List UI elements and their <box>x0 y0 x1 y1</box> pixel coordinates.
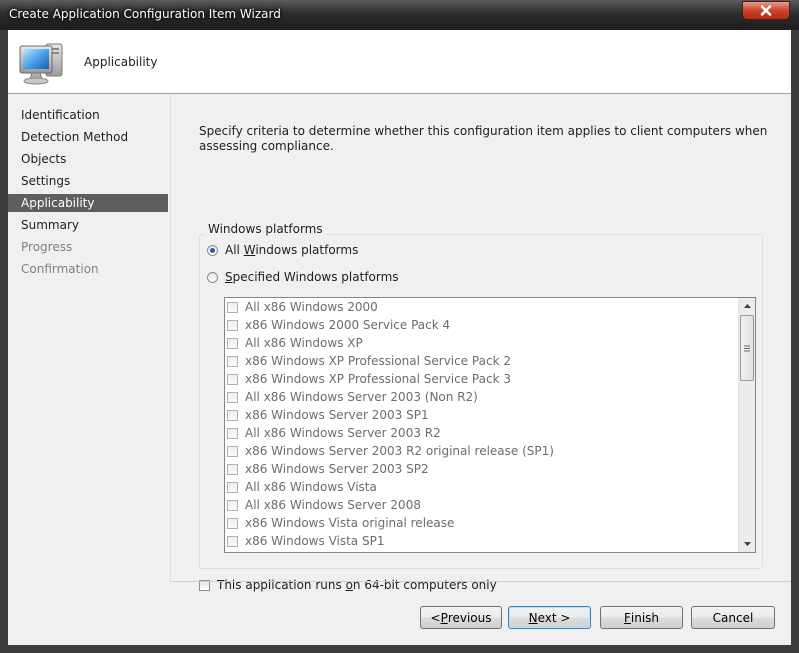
window-title: Create Application Configuration Item Wi… <box>9 7 281 21</box>
nav-item-objects[interactable]: Objects <box>8 150 168 168</box>
platforms-list-scrollbar[interactable] <box>738 298 755 552</box>
nav-item-progress: Progress <box>21 240 73 254</box>
finish-button[interactable]: Finish <box>600 606 683 629</box>
platform-checkbox <box>227 391 238 403</box>
list-item: x86 Windows XP Professional Service Pack… <box>227 370 511 388</box>
list-item: x86 Windows Server 2003 SP1 <box>227 406 429 424</box>
wizard-header: Applicability <box>8 30 791 94</box>
previous-button[interactable]: < Previous <box>420 606 502 629</box>
platform-checkbox <box>227 337 238 349</box>
radio-button-all[interactable] <box>207 244 218 256</box>
radio-all-label: All Windows platforms <box>225 243 359 257</box>
nav-item-summary[interactable]: Summary <box>8 216 168 234</box>
radio-specified-label: Specified Windows platforms <box>225 270 399 284</box>
footer-divider <box>170 581 791 582</box>
nav-item-detection-method[interactable]: Detection Method <box>8 128 168 146</box>
list-item: x86 Windows Vista original release <box>227 514 454 532</box>
cancel-button[interactable]: Cancel <box>691 606 775 629</box>
list-item: All x86 Windows XP <box>227 334 363 352</box>
list-item: x86 Windows XP Professional Service Pack… <box>227 352 511 370</box>
platform-checkbox <box>227 319 238 331</box>
list-item: All x86 Windows 2000 <box>227 298 378 316</box>
nav-item-confirmation: Confirmation <box>21 262 99 276</box>
grip-icon <box>744 345 750 351</box>
next-button[interactable]: Next > <box>508 606 591 629</box>
platform-checkbox <box>227 445 238 457</box>
close-button[interactable] <box>742 1 790 20</box>
radio-button-specified[interactable] <box>207 271 218 283</box>
wizard-client-area: Applicability Identification Detection M… <box>8 30 791 645</box>
radio-all-windows-platforms[interactable]: All Windows platforms <box>207 243 358 257</box>
platforms-list[interactable]: All x86 Windows 2000 x86 Windows 2000 Se… <box>224 297 756 553</box>
platform-checkbox <box>227 535 238 547</box>
list-item: x86 Windows Server 2003 R2 original rele… <box>227 442 554 460</box>
arrow-down-icon <box>743 542 751 546</box>
platform-checkbox <box>227 517 238 529</box>
nav-item-applicability[interactable]: Applicability <box>8 194 168 212</box>
scroll-down-button[interactable] <box>739 536 755 552</box>
scroll-up-button[interactable] <box>739 298 755 314</box>
wizard-content: Specify criteria to determine whether th… <box>170 94 791 592</box>
scroll-thumb[interactable] <box>740 315 754 381</box>
list-item: All x86 Windows Server 2003 R2 <box>227 424 441 442</box>
platform-checkbox <box>227 463 238 475</box>
platform-checkbox <box>227 409 238 421</box>
wizard-steps-nav: Identification Detection Method Objects … <box>8 94 170 645</box>
list-item: All x86 Windows Server 2008 <box>227 496 421 514</box>
nav-item-settings[interactable]: Settings <box>8 172 168 190</box>
platform-checkbox <box>227 301 238 313</box>
platform-checkbox <box>227 355 238 367</box>
page-description: Specify criteria to determine whether th… <box>199 124 768 153</box>
list-item: x86 Windows 2000 Service Pack 4 <box>227 316 450 334</box>
page-title: Applicability <box>84 55 158 69</box>
list-item: x86 Windows Vista SP1 <box>227 532 384 550</box>
radio-specified-windows-platforms[interactable]: Specified Windows platforms <box>207 270 399 284</box>
platform-checkbox <box>227 373 238 385</box>
close-icon <box>760 5 772 16</box>
platform-checkbox <box>227 427 238 439</box>
platform-checkbox <box>227 499 238 511</box>
nav-item-identification[interactable]: Identification <box>8 106 168 124</box>
list-item: All x86 Windows Server 2003 (Non R2) <box>227 388 478 406</box>
list-item: All x86 Windows Vista <box>227 478 377 496</box>
computer-monitor-icon <box>19 43 63 85</box>
list-item: x86 Windows Server 2003 SP2 <box>227 460 429 478</box>
arrow-up-icon <box>743 304 751 308</box>
title-bar[interactable]: Create Application Configuration Item Wi… <box>0 0 799 30</box>
wizard-window: Create Application Configuration Item Wi… <box>0 0 799 653</box>
platform-checkbox <box>227 481 238 493</box>
windows-platforms-group-label: Windows platforms <box>205 222 326 236</box>
